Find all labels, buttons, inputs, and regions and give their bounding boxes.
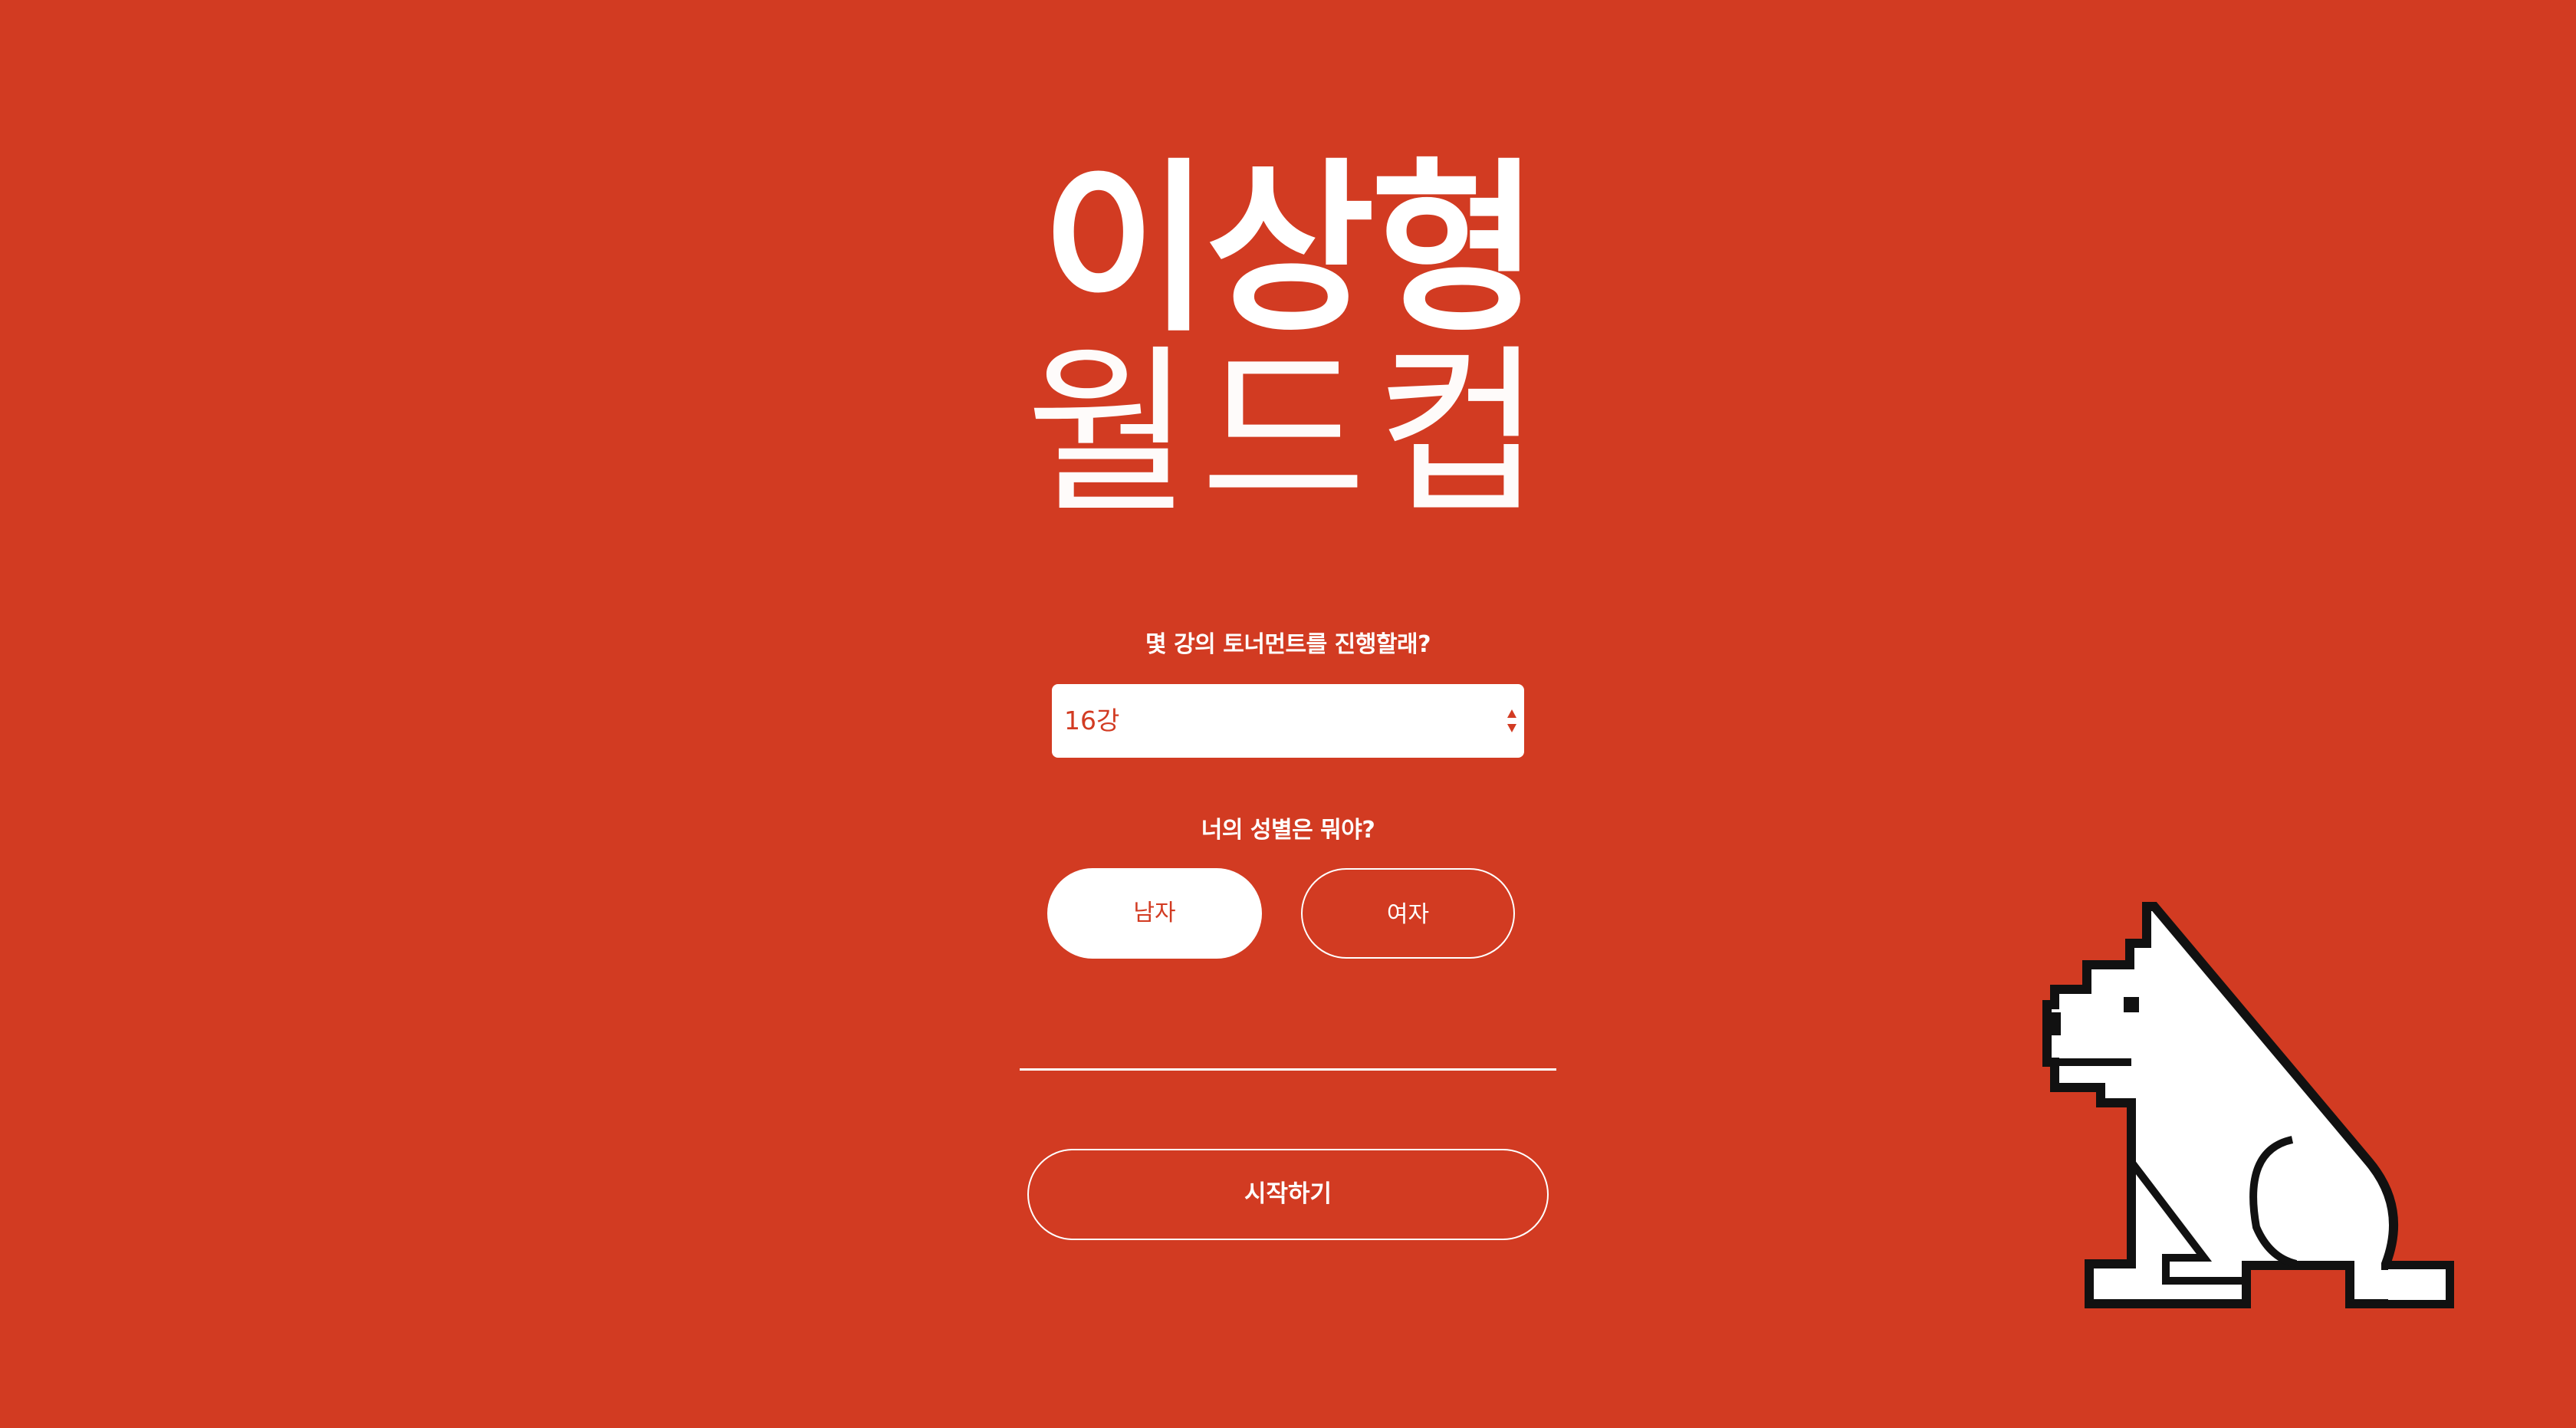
select-arrows-icon	[1507, 709, 1516, 732]
gender-male-button[interactable]: 남자	[1047, 868, 1262, 959]
dog-mascot-icon	[2042, 902, 2454, 1308]
gender-question-label: 너의 성별은 뭐야?	[1201, 817, 1375, 844]
round-select[interactable]: 16강	[1052, 684, 1524, 758]
gender-female-button[interactable]: 여자	[1301, 868, 1515, 959]
divider	[1020, 1068, 1556, 1071]
round-question-label: 몇 강의 토너먼트를 진행할래?	[1145, 631, 1431, 658]
page-title: 이상형	[1040, 142, 1539, 357]
start-button[interactable]: 시작하기	[1027, 1149, 1549, 1240]
round-select-value: 16강	[1064, 706, 1120, 735]
page-subtitle: 월드컵	[1025, 329, 1551, 538]
page: 이상형 월드컵 몇 강의 토너먼트를 진행할래? 16강 너의 성별은 뭐야? …	[0, 0, 2576, 1428]
